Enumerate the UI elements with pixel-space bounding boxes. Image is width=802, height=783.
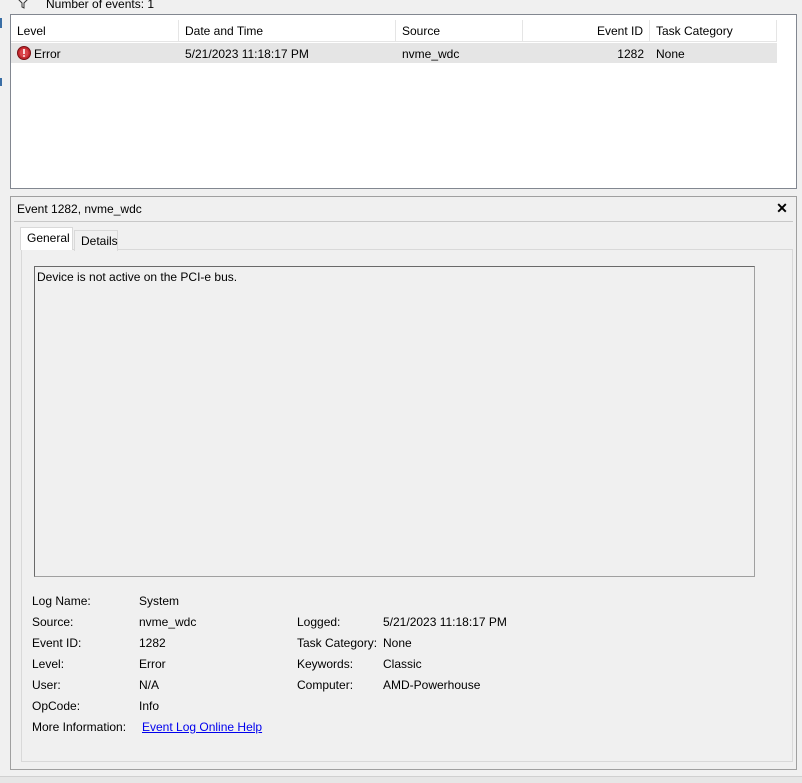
column-header-event-id[interactable]: Event ID [523,20,650,41]
left-pane-edge [0,18,2,28]
left-pane-edge-marker [0,78,2,86]
event-log-online-help-link[interactable]: Event Log Online Help [142,720,262,734]
level-value: Error [139,657,166,671]
keywords-value: Classic [383,657,422,671]
column-header-source[interactable]: Source [396,20,523,41]
detail-divider [14,221,793,222]
column-header-date-time[interactable]: Date and Time [179,20,396,41]
task-category-value: None [383,636,412,650]
log-name-value: System [139,594,180,608]
task-category-label: Task Category: [297,636,378,650]
detail-title: Event 1282, nvme_wdc [17,202,142,216]
row-source: nvme_wdc [402,47,460,61]
close-icon[interactable]: ✕ [774,200,790,216]
user-label: User: [32,678,61,692]
error-icon [17,46,31,60]
row-level: Error [34,47,61,61]
column-header-level[interactable]: Level [11,20,179,41]
source-value: nvme_wdc [139,615,197,629]
event-id-label: Event ID: [32,636,82,650]
computer-label: Computer: [297,678,354,692]
source-label: Source: [32,615,74,629]
opcode-label: OpCode: [32,699,81,713]
table-row[interactable]: Error 5/21/2023 11:18:17 PM nvme_wdc 128… [11,43,777,63]
more-information-label: More Information: [32,720,127,734]
user-value: N/A [139,678,160,692]
event-count: Number of events: 1 [46,0,155,11]
opcode-value: Info [139,699,160,713]
row-date-time: 5/21/2023 11:18:17 PM [185,47,309,61]
logged-value: 5/21/2023 11:18:17 PM [383,615,507,629]
description-text: Device is not active on the PCI-e bus. [37,270,238,284]
keywords-label: Keywords: [297,657,354,671]
row-task-category: None [656,47,685,61]
events-list-header: Level Date and Time Source Event ID Task… [11,20,777,42]
row-event-id: 1282 [617,47,644,61]
description-box[interactable] [34,266,755,577]
event-id-value: 1282 [139,636,166,650]
filter-funnel-icon [16,0,30,9]
tab-general[interactable]: General [20,227,73,250]
logged-label: Logged: [297,615,341,629]
computer-value: AMD-Powerhouse [383,678,481,692]
level-label: Level: [32,657,65,671]
column-header-task-category[interactable]: Task Category [650,20,777,41]
tab-details[interactable]: Details [74,230,118,251]
log-name-label: Log Name: [32,594,91,608]
events-list[interactable]: Level Date and Time Source Event ID Task… [10,14,797,189]
